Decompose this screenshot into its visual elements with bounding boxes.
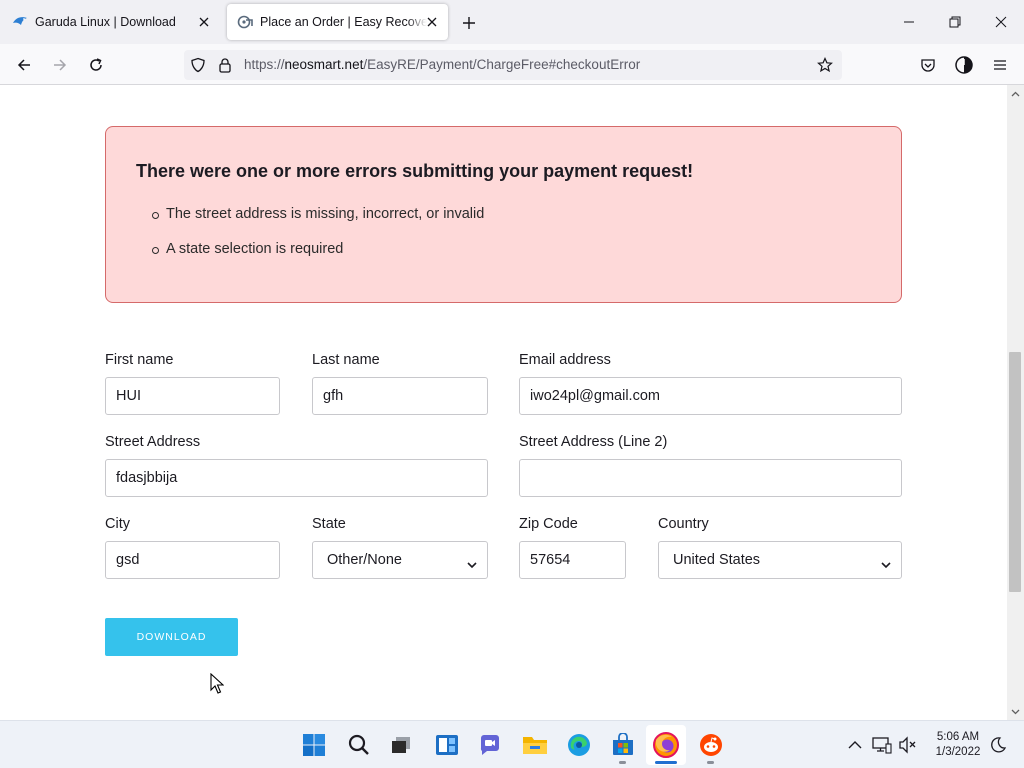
last-name-label: Last name	[312, 352, 380, 368]
neosmart-icon	[237, 14, 253, 30]
reddit-icon[interactable]	[698, 732, 724, 758]
tracking-shield-icon[interactable]	[190, 57, 206, 73]
error-alert: There were one or more errors submitting…	[105, 126, 902, 303]
system-clock[interactable]: 5:06 AM 1/3/2022	[930, 730, 986, 760]
clock-time: 5:06 AM	[936, 731, 980, 743]
url-text: https://neosmart.net/EasyRE/Payment/Char…	[244, 57, 640, 72]
back-arrow-icon[interactable]	[11, 52, 37, 78]
forward-arrow-icon[interactable]	[47, 52, 73, 78]
chevron-up-icon[interactable]	[845, 735, 865, 755]
clock-date: 1/3/2022	[935, 746, 981, 758]
bullet-circle-icon	[152, 212, 159, 219]
error-item-text: A state selection is required	[166, 241, 344, 257]
page-scrollbar[interactable]	[1007, 85, 1024, 720]
street-address-2-label: Street Address (Line 2)	[519, 434, 668, 450]
first-name-label: First name	[105, 352, 174, 368]
country-label: Country	[658, 516, 709, 532]
running-indicator	[619, 761, 626, 764]
country-select[interactable]: United States	[658, 541, 902, 579]
volume-muted-icon[interactable]	[898, 735, 918, 755]
close-window-icon[interactable]	[986, 8, 1016, 36]
new-tab-plus-icon[interactable]	[458, 12, 480, 34]
email-input[interactable]: iwo24pl@gmail.com	[519, 377, 902, 415]
running-indicator	[707, 761, 714, 764]
task-view-icon[interactable]	[388, 732, 414, 758]
country-value: United States	[673, 552, 761, 568]
street-address-label: Street Address	[105, 434, 201, 450]
scroll-up-arrow-icon[interactable]	[1011, 90, 1020, 99]
error-item: A state selection is required	[152, 241, 484, 276]
search-icon[interactable]	[346, 732, 372, 758]
navigation-toolbar: https://neosmart.net/EasyRE/Payment/Char…	[0, 44, 1024, 85]
pocket-icon[interactable]	[915, 52, 941, 78]
state-label: State	[312, 516, 346, 532]
close-tab-icon[interactable]	[196, 14, 212, 30]
account-icon[interactable]	[951, 52, 977, 78]
street-address-2-input[interactable]	[519, 459, 902, 497]
mouse-pointer-icon	[210, 672, 225, 695]
garuda-bird-icon	[12, 14, 28, 30]
url-domain: neosmart.net	[284, 57, 364, 72]
restore-icon[interactable]	[940, 8, 970, 36]
url-bar[interactable]: https://neosmart.net/EasyRE/Payment/Char…	[184, 50, 842, 80]
street-address-input[interactable]: fdasjbbija	[105, 459, 488, 497]
bookmark-star-icon[interactable]	[817, 57, 833, 73]
store-icon[interactable]	[610, 732, 636, 758]
tab-strip: Garuda Linux | Download Place an Order |…	[0, 0, 1024, 44]
email-label: Email address	[519, 352, 611, 368]
bullet-circle-icon	[152, 247, 159, 254]
first-name-value: HUI	[116, 388, 141, 404]
city-input[interactable]: gsd	[105, 541, 280, 579]
tab-title: Place an Order | Easy Recovery E	[260, 15, 427, 29]
city-value: gsd	[116, 552, 140, 568]
chat-icon[interactable]	[477, 732, 503, 758]
zip-code-label: Zip Code	[519, 516, 578, 532]
reload-icon[interactable]	[83, 52, 109, 78]
error-list: The street address is missing, incorrect…	[152, 206, 484, 276]
chevron-down-icon	[881, 557, 891, 569]
url-prefix: https://	[244, 57, 285, 72]
error-item: The street address is missing, incorrect…	[152, 206, 484, 241]
url-path: /EasyRE/Payment/ChargeFree#checkoutError	[363, 57, 641, 72]
scrollbar-thumb[interactable]	[1009, 352, 1021, 592]
padlock-icon[interactable]	[217, 57, 233, 73]
tab-garuda-linux[interactable]: Garuda Linux | Download	[2, 4, 220, 40]
start-icon[interactable]	[301, 732, 327, 758]
error-item-text: The street address is missing, incorrect…	[166, 206, 485, 222]
edge-icon[interactable]	[566, 732, 592, 758]
file-explorer-icon[interactable]	[522, 732, 548, 758]
widgets-icon[interactable]	[434, 732, 460, 758]
active-app-indicator	[655, 761, 677, 764]
tab-title: Garuda Linux | Download	[35, 15, 176, 29]
close-tab-icon[interactable]	[424, 14, 440, 30]
first-name-input[interactable]: HUI	[105, 377, 280, 415]
state-value: Other/None	[327, 552, 402, 568]
menu-hamburger-icon[interactable]	[987, 52, 1013, 78]
zip-code-input[interactable]: 57654	[519, 541, 626, 579]
scroll-down-arrow-icon[interactable]	[1011, 707, 1020, 716]
minimize-icon[interactable]	[894, 8, 924, 36]
taskbar: 5:06 AM 1/3/2022	[0, 720, 1024, 768]
tab-place-an-order[interactable]: Place an Order | Easy Recovery E	[227, 4, 448, 40]
street-address-value: fdasjbbija	[116, 470, 178, 486]
firefox-icon[interactable]	[653, 732, 679, 758]
network-icon[interactable]	[872, 735, 892, 755]
zip-code-value: 57654	[530, 552, 571, 568]
chevron-down-icon	[467, 557, 477, 569]
download-button[interactable]: DOWNLOAD	[105, 618, 238, 656]
state-select[interactable]: Other/None	[312, 541, 488, 579]
city-label: City	[105, 516, 130, 532]
last-name-value: gfh	[323, 388, 344, 404]
error-title: There were one or more errors submitting…	[136, 161, 694, 181]
last-name-input[interactable]: gfh	[312, 377, 488, 415]
focus-assist-moon-icon[interactable]	[988, 735, 1008, 755]
email-value: iwo24pl@gmail.com	[530, 388, 660, 404]
page-viewport: There were one or more errors submitting…	[0, 85, 1007, 720]
